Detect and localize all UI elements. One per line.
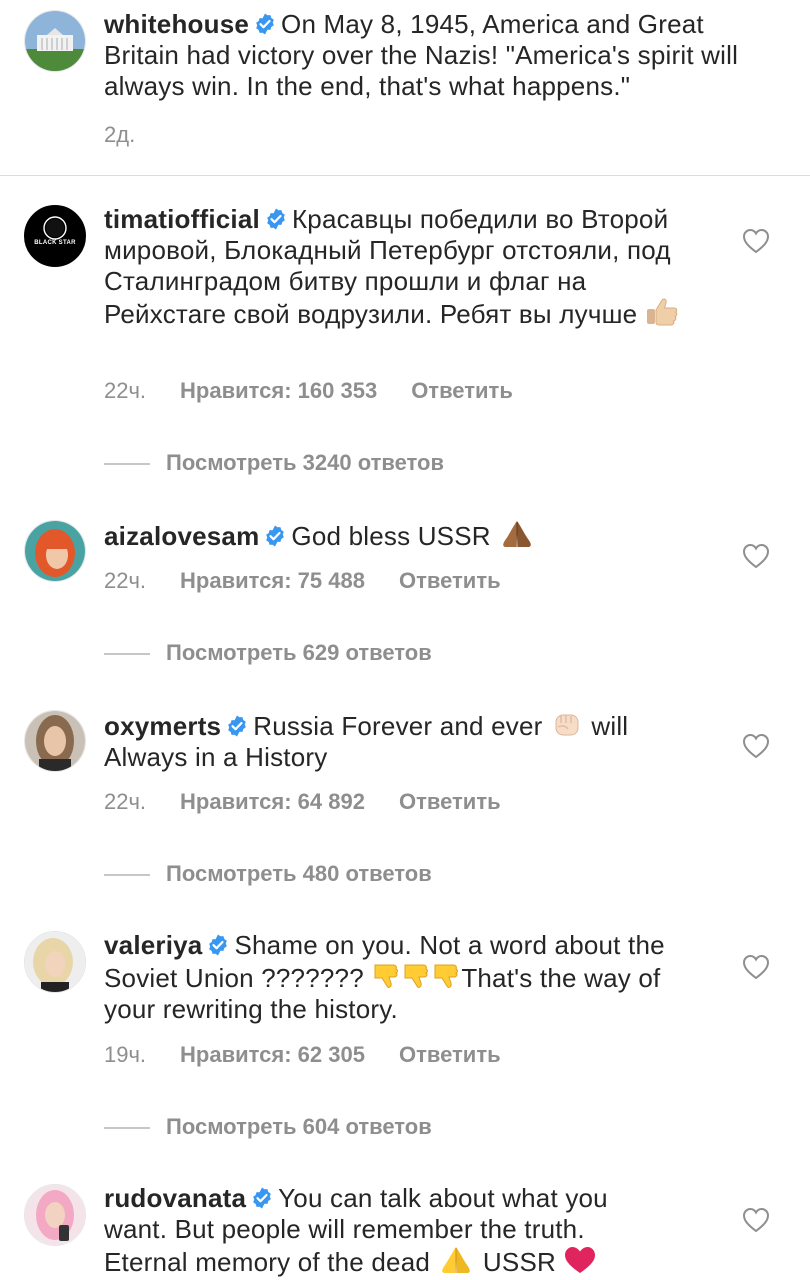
avatar-aizalovesam[interactable]: [24, 520, 86, 582]
folded-hands-icon: [442, 1247, 471, 1273]
post-meta: 2д.: [104, 122, 169, 148]
profile-photo-icon: [25, 711, 85, 771]
verified-icon: [263, 524, 287, 548]
timestamp: 22ч.: [104, 789, 147, 814]
avatar-whitehouse[interactable]: [24, 10, 86, 72]
comment-body-end: USSR: [482, 1247, 556, 1277]
divider-line: [104, 463, 150, 466]
verified-icon: [264, 207, 288, 231]
username[interactable]: valeriya: [104, 930, 202, 960]
username[interactable]: whitehouse: [104, 9, 249, 39]
comment-meta: 22ч. Нравится: 160 353 Ответить: [104, 378, 513, 404]
profile-photo-icon: [25, 932, 85, 992]
view-replies-label: Посмотреть 629 ответов: [166, 640, 432, 665]
comment-text: rudovanata You can talk about what you wa…: [104, 1183, 674, 1278]
timestamp: 19ч.: [104, 1042, 147, 1067]
avatar-rudovanata[interactable]: [24, 1184, 86, 1246]
comment-text: valeriya Shame on you. Not a word about t…: [104, 930, 694, 1025]
timestamp: 2д.: [104, 122, 136, 147]
white-house-icon: [25, 11, 85, 71]
verified-icon: [253, 12, 277, 36]
comment-meta: 22ч. Нравится: 75 488 Ответить: [104, 568, 501, 594]
thumbs-down-icon: [374, 964, 459, 988]
view-replies-label: Посмотреть 604 ответов: [166, 1114, 432, 1139]
profile-photo-icon: [25, 1185, 85, 1245]
timestamp: 22ч.: [104, 378, 147, 403]
likes-count[interactable]: Нравится: 64 892: [180, 789, 365, 814]
username[interactable]: aizalovesam: [104, 521, 259, 551]
likes-count[interactable]: Нравится: 75 488: [180, 568, 365, 593]
avatar-valeriya[interactable]: [24, 931, 86, 993]
username[interactable]: rudovanata: [104, 1183, 246, 1213]
avatar-label: BLACK STAR: [34, 240, 76, 246]
like-heart-icon[interactable]: [742, 1207, 770, 1233]
red-heart-icon: [565, 1247, 596, 1273]
likes-count[interactable]: Нравится: 160 353: [180, 378, 377, 403]
reply-button[interactable]: Ответить: [399, 789, 501, 814]
raised-fist-icon: [555, 714, 579, 736]
comment-body: Russia Forever and ever: [253, 711, 543, 741]
divider-line: [104, 874, 150, 877]
avatar-timatiofficial[interactable]: BLACK STAR: [24, 205, 86, 267]
like-heart-icon[interactable]: [742, 228, 770, 254]
comment-meta: 19ч. Нравится: 62 305 Ответить: [104, 1042, 501, 1068]
comment-meta: 22ч. Нравится: 64 892 Ответить: [104, 789, 501, 815]
view-replies-label: Посмотреть 3240 ответов: [166, 450, 444, 475]
divider-line: [104, 653, 150, 656]
like-heart-icon[interactable]: [742, 543, 770, 569]
timestamp: 22ч.: [104, 568, 147, 593]
thumbs-up-icon: [646, 298, 677, 326]
black-star-logo-icon: [25, 206, 85, 266]
comment-body: God bless USSR: [291, 521, 491, 551]
view-replies-button[interactable]: Посмотреть 629 ответов: [104, 640, 432, 666]
view-replies-label: Посмотреть 480 ответов: [166, 861, 432, 886]
profile-photo-icon: [25, 521, 85, 581]
like-heart-icon[interactable]: [742, 954, 770, 980]
comment-text: aizalovesam God bless USSR: [104, 519, 744, 552]
comment-text: timatiofficial Красавцы победили во Второ…: [104, 204, 694, 330]
verified-icon: [225, 714, 249, 738]
view-replies-button[interactable]: Посмотреть 480 ответов: [104, 861, 432, 887]
avatar-oxymerts[interactable]: [24, 710, 86, 772]
reply-button[interactable]: Ответить: [399, 1042, 501, 1067]
post-text: whitehouse On May 8, 1945, America and Gr…: [104, 9, 764, 102]
likes-count[interactable]: Нравится: 62 305: [180, 1042, 365, 1067]
reply-button[interactable]: Ответить: [411, 378, 513, 403]
folded-hands-icon: [503, 521, 531, 547]
verified-icon: [250, 1186, 274, 1210]
view-replies-button[interactable]: Посмотреть 3240 ответов: [104, 450, 444, 476]
divider: [0, 175, 810, 176]
verified-icon: [206, 933, 230, 957]
reply-button[interactable]: Ответить: [399, 568, 501, 593]
username[interactable]: timatiofficial: [104, 204, 260, 234]
divider-line: [104, 1127, 150, 1130]
comment-text: oxymerts Russia Forever and ever will Alw…: [104, 709, 674, 773]
like-heart-icon[interactable]: [742, 733, 770, 759]
view-replies-button[interactable]: Посмотреть 604 ответов: [104, 1114, 432, 1140]
username[interactable]: oxymerts: [104, 711, 221, 741]
